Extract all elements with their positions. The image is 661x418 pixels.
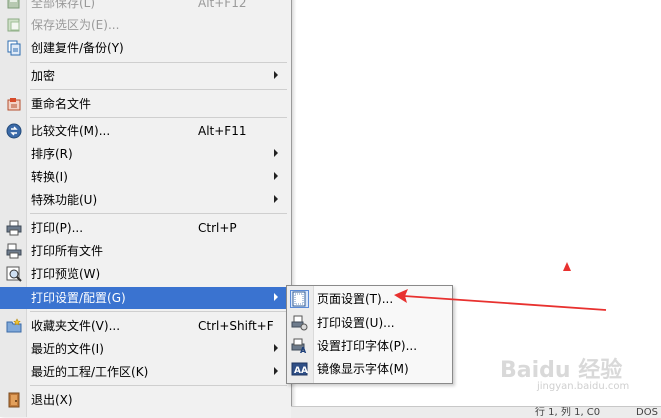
submenu-item-label: 设置打印字体(P)... bbox=[317, 339, 418, 353]
menu-item-label: 转换(I) bbox=[31, 170, 68, 184]
submenu-arrow-icon bbox=[274, 71, 278, 79]
backup-copy-icon bbox=[7, 40, 21, 56]
submenu-item-label: 打印设置(U)... bbox=[317, 316, 395, 330]
print-font-icon: A bbox=[291, 338, 307, 354]
submenu-arrow-icon bbox=[274, 172, 278, 180]
baidu-watermark: Baidu 经验 bbox=[500, 358, 623, 383]
mirror-font-icon: AA bbox=[291, 362, 308, 376]
red-triangle-icon bbox=[563, 262, 571, 271]
menu-item-shortcut: Ctrl+Shift+F bbox=[198, 319, 274, 333]
menu-item-save-selection-as[interactable]: 保存选区为(E)... bbox=[0, 14, 291, 36]
menu-item-special-functions[interactable]: 特殊功能(U) bbox=[0, 189, 291, 211]
menu-item-recent-files[interactable]: 最近的文件(I) bbox=[0, 338, 291, 360]
submenu-item-mirror-display-font[interactable]: AA 镜像显示字体(M) bbox=[287, 358, 452, 380]
menu-item-print-all-files[interactable]: 打印所有文件 bbox=[0, 240, 291, 262]
svg-text:A: A bbox=[300, 346, 307, 354]
menu-item-label: 退出(X) bbox=[31, 393, 73, 407]
menu-item-encrypt[interactable]: 加密 bbox=[0, 65, 291, 87]
menu-item-label: 打印所有文件 bbox=[31, 244, 104, 258]
menu-item-print-setup-config[interactable]: 打印设置/配置(G) bbox=[0, 287, 291, 309]
menu-item-create-backup[interactable]: 创建复件/备份(Y) bbox=[0, 37, 291, 59]
menu-item-label: 保存选区为(E)... bbox=[31, 18, 120, 32]
print-preview-icon bbox=[6, 266, 22, 282]
menu-item-shortcut: Alt+F12 bbox=[198, 0, 247, 10]
menu-item-label: 最近的文件(I) bbox=[31, 342, 104, 356]
menu-item-convert[interactable]: 转换(I) bbox=[0, 166, 291, 188]
menu-item-shortcut: Ctrl+P bbox=[198, 221, 237, 235]
menu-item-exit[interactable]: 退出(X) bbox=[0, 389, 291, 411]
menu-item-label: 打印(P)... bbox=[31, 221, 84, 235]
menu-item-label: 排序(R) bbox=[31, 147, 73, 161]
menu-item-label: 最近的工程/工作区(K) bbox=[31, 365, 149, 379]
menu-item-label: 特殊功能(U) bbox=[31, 193, 98, 207]
menu-separator bbox=[30, 62, 287, 63]
print-setup-icon bbox=[291, 315, 308, 331]
file-menu: 全部保存(L) Alt+F12 保存选区为(E)... 创建复件/备份(Y) 加… bbox=[0, 0, 292, 417]
submenu-item-label: 页面设置(T)... bbox=[317, 292, 394, 306]
page-setup-icon bbox=[290, 290, 309, 308]
menu-item-print[interactable]: 打印(P)... Ctrl+P bbox=[0, 217, 291, 239]
menu-item-print-preview[interactable]: 打印预览(W) bbox=[0, 263, 291, 285]
menu-item-save-all[interactable]: 全部保存(L) Alt+F12 bbox=[0, 0, 291, 14]
exit-door-icon bbox=[8, 392, 20, 408]
menu-item-label: 加密 bbox=[31, 69, 56, 83]
menu-item-rename-file[interactable]: 重命名文件 bbox=[0, 93, 291, 115]
menu-separator bbox=[30, 117, 287, 118]
menu-item-label: 创建复件/备份(Y) bbox=[31, 41, 124, 55]
menu-item-compare-files[interactable]: 比较文件(M)... Alt+F11 bbox=[0, 120, 291, 142]
submenu-arrow-icon bbox=[274, 293, 278, 301]
compare-files-icon bbox=[6, 123, 22, 139]
status-cursor-position: 行 1, 列 1, C0 bbox=[535, 407, 601, 418]
rename-file-icon bbox=[7, 98, 21, 111]
menu-item-label: 打印预览(W) bbox=[31, 267, 101, 281]
save-all-icon bbox=[7, 0, 20, 9]
favorites-folder-icon bbox=[6, 318, 22, 333]
submenu-item-page-setup[interactable]: 页面设置(T)... bbox=[287, 288, 452, 310]
menu-separator bbox=[30, 89, 287, 90]
status-line-ending: DOS bbox=[636, 407, 658, 418]
svg-text:AA: AA bbox=[294, 366, 308, 376]
submenu-arrow-icon bbox=[274, 195, 278, 203]
status-bar: 行 1, 列 1, C0 DOS bbox=[291, 406, 661, 418]
menu-separator bbox=[30, 213, 287, 214]
menu-item-sort[interactable]: 排序(R) bbox=[0, 143, 291, 165]
menu-separator bbox=[30, 311, 287, 312]
menu-item-label: 打印设置/配置(G) bbox=[31, 291, 126, 305]
print-setup-submenu: 页面设置(T)... 打印设置(U)... A 设置打印字体(P)... AA … bbox=[286, 285, 453, 384]
submenu-item-print-setup[interactable]: 打印设置(U)... bbox=[287, 312, 452, 334]
menu-item-favorite-files[interactable]: 收藏夹文件(V)... Ctrl+Shift+F bbox=[0, 315, 291, 337]
submenu-arrow-icon bbox=[274, 344, 278, 352]
baidu-watermark-url: jingyan.baidu.com bbox=[537, 381, 630, 392]
save-selection-icon bbox=[7, 18, 20, 32]
menu-item-label: 重命名文件 bbox=[31, 97, 92, 111]
menu-item-label: 比较文件(M)... bbox=[31, 124, 111, 138]
submenu-arrow-icon bbox=[274, 367, 278, 375]
menu-item-label: 全部保存(L) bbox=[31, 0, 96, 10]
submenu-item-set-print-font[interactable]: A 设置打印字体(P)... bbox=[287, 335, 452, 357]
print-all-icon bbox=[6, 243, 22, 259]
printer-icon bbox=[6, 220, 22, 236]
submenu-item-label: 镜像显示字体(M) bbox=[317, 362, 409, 376]
submenu-arrow-icon bbox=[274, 149, 278, 157]
menu-item-shortcut: Alt+F11 bbox=[198, 124, 247, 138]
menu-item-label: 收藏夹文件(V)... bbox=[31, 319, 121, 333]
menu-item-recent-projects[interactable]: 最近的工程/工作区(K) bbox=[0, 361, 291, 383]
menu-separator bbox=[30, 385, 287, 386]
